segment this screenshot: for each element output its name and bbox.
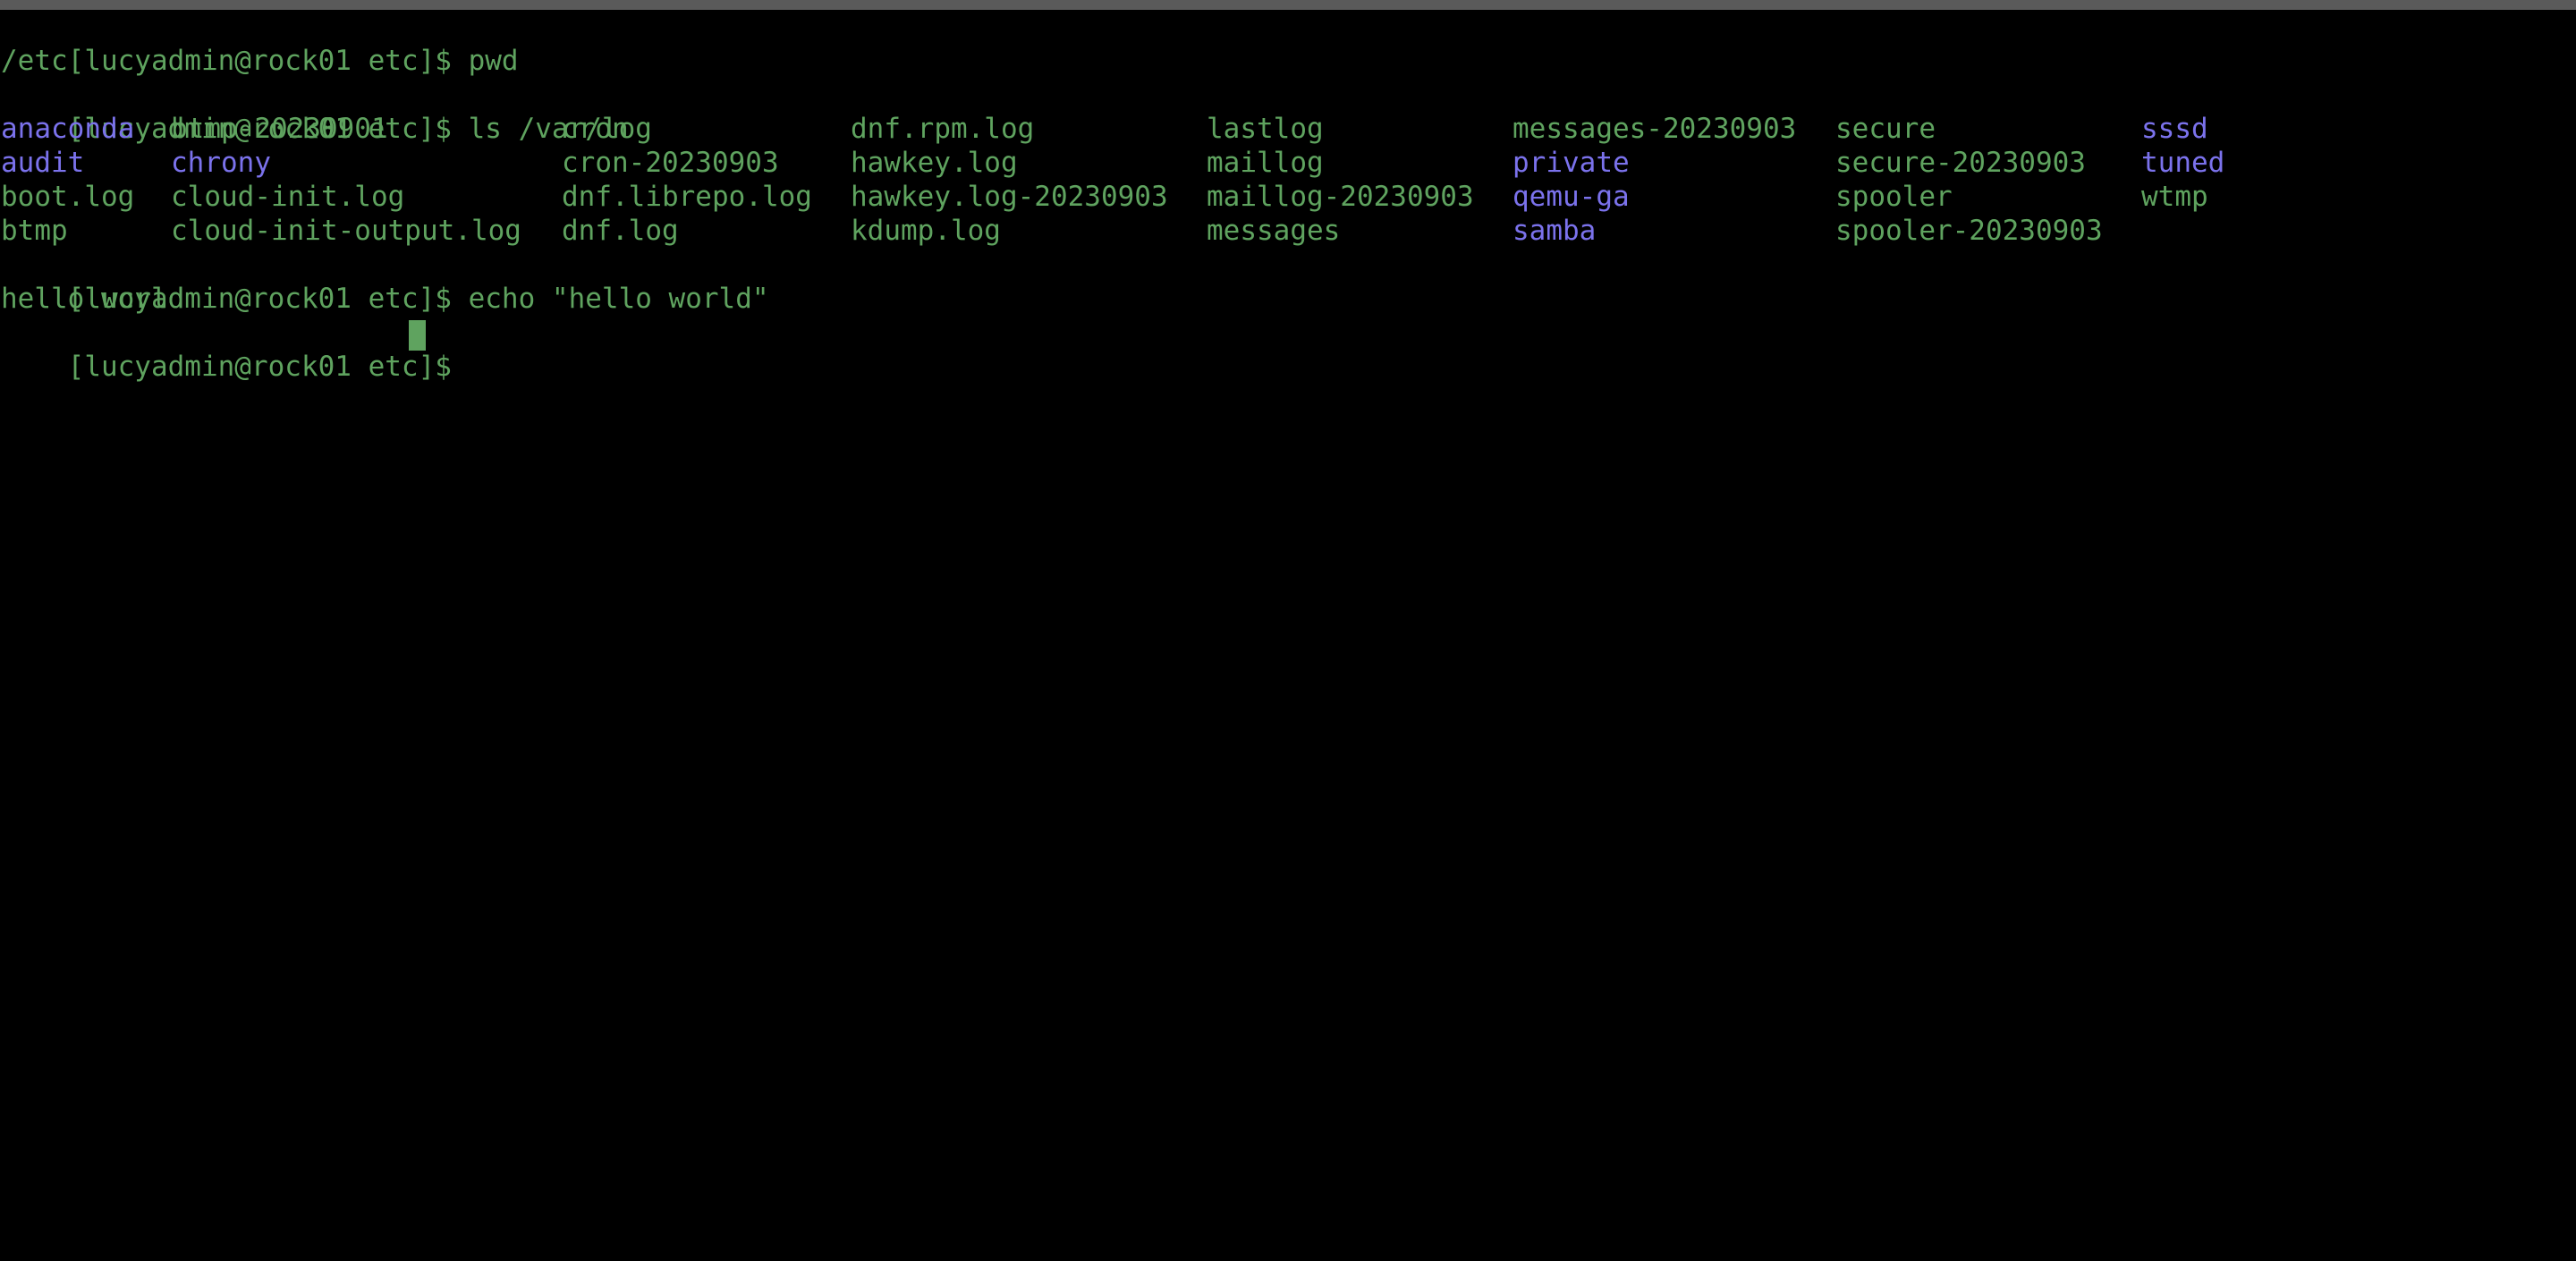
file-entry: dnf.librepo.log (562, 181, 812, 213)
file-entry: messages (1207, 215, 1341, 247)
file-entry: cron (562, 113, 629, 145)
directory-entry: private (1513, 147, 1630, 179)
file-entry: cloud-init.log (171, 181, 405, 213)
file-entry: maillog-20230903 (1207, 181, 1474, 213)
file-entry: hawkey.log-20230903 (851, 181, 1168, 213)
shell-prompt: [lucyadmin@rock01 etc]$ (67, 45, 452, 77)
active-prompt-line[interactable]: [lucyadmin@rock01 etc]$ (1, 316, 452, 383)
file-entry: spooler-20230903 (1835, 215, 2103, 247)
command-text: echo "hello world" (468, 283, 769, 315)
file-entry: dnf.rpm.log (851, 113, 1035, 145)
terminal-line: [lucyadmin@rock01 etc]$ echo "hello worl… (1, 248, 769, 315)
terminal-output-line: hello world (1, 283, 185, 315)
file-entry: maillog (1207, 147, 1324, 179)
file-entry: lastlog (1207, 113, 1324, 145)
file-entry: btmp (1, 215, 68, 247)
file-entry: wtmp (2141, 181, 2208, 213)
file-entry: spooler (1835, 181, 1953, 213)
directory-entry: sssd (2141, 113, 2208, 145)
file-entry: cron-20230903 (562, 147, 779, 179)
directory-entry: chrony (171, 147, 271, 179)
file-entry: cloud-init-output.log (171, 215, 521, 247)
shell-prompt: [lucyadmin@rock01 etc]$ (67, 351, 452, 383)
file-entry: kdump.log (851, 215, 1001, 247)
directory-entry: anaconda (1, 113, 135, 145)
directory-entry: samba (1513, 215, 1597, 247)
directory-entry: audit (1, 147, 85, 179)
file-entry: btmp-20230901 (171, 113, 388, 145)
directory-entry: tuned (2141, 147, 2225, 179)
file-entry: boot.log (1, 181, 135, 213)
file-entry: dnf.log (562, 215, 679, 247)
terminal-line: [lucyadmin@rock01 etc]$ ls /var/log (1, 78, 652, 145)
terminal-window[interactable]: [lucyadmin@rock01 etc]$ pwd /etc [lucyad… (0, 10, 2576, 630)
terminal-output-line: /etc (1, 45, 68, 77)
directory-entry: qemu-ga (1513, 181, 1630, 213)
file-entry: hawkey.log (851, 147, 1018, 179)
text-cursor (409, 320, 426, 351)
file-entry: messages-20230903 (1513, 113, 1797, 145)
command-text: pwd (468, 45, 519, 77)
file-entry: secure-20230903 (1835, 147, 2086, 179)
file-entry: secure (1835, 113, 1936, 145)
terminal-line: [lucyadmin@rock01 etc]$ pwd (1, 10, 519, 77)
